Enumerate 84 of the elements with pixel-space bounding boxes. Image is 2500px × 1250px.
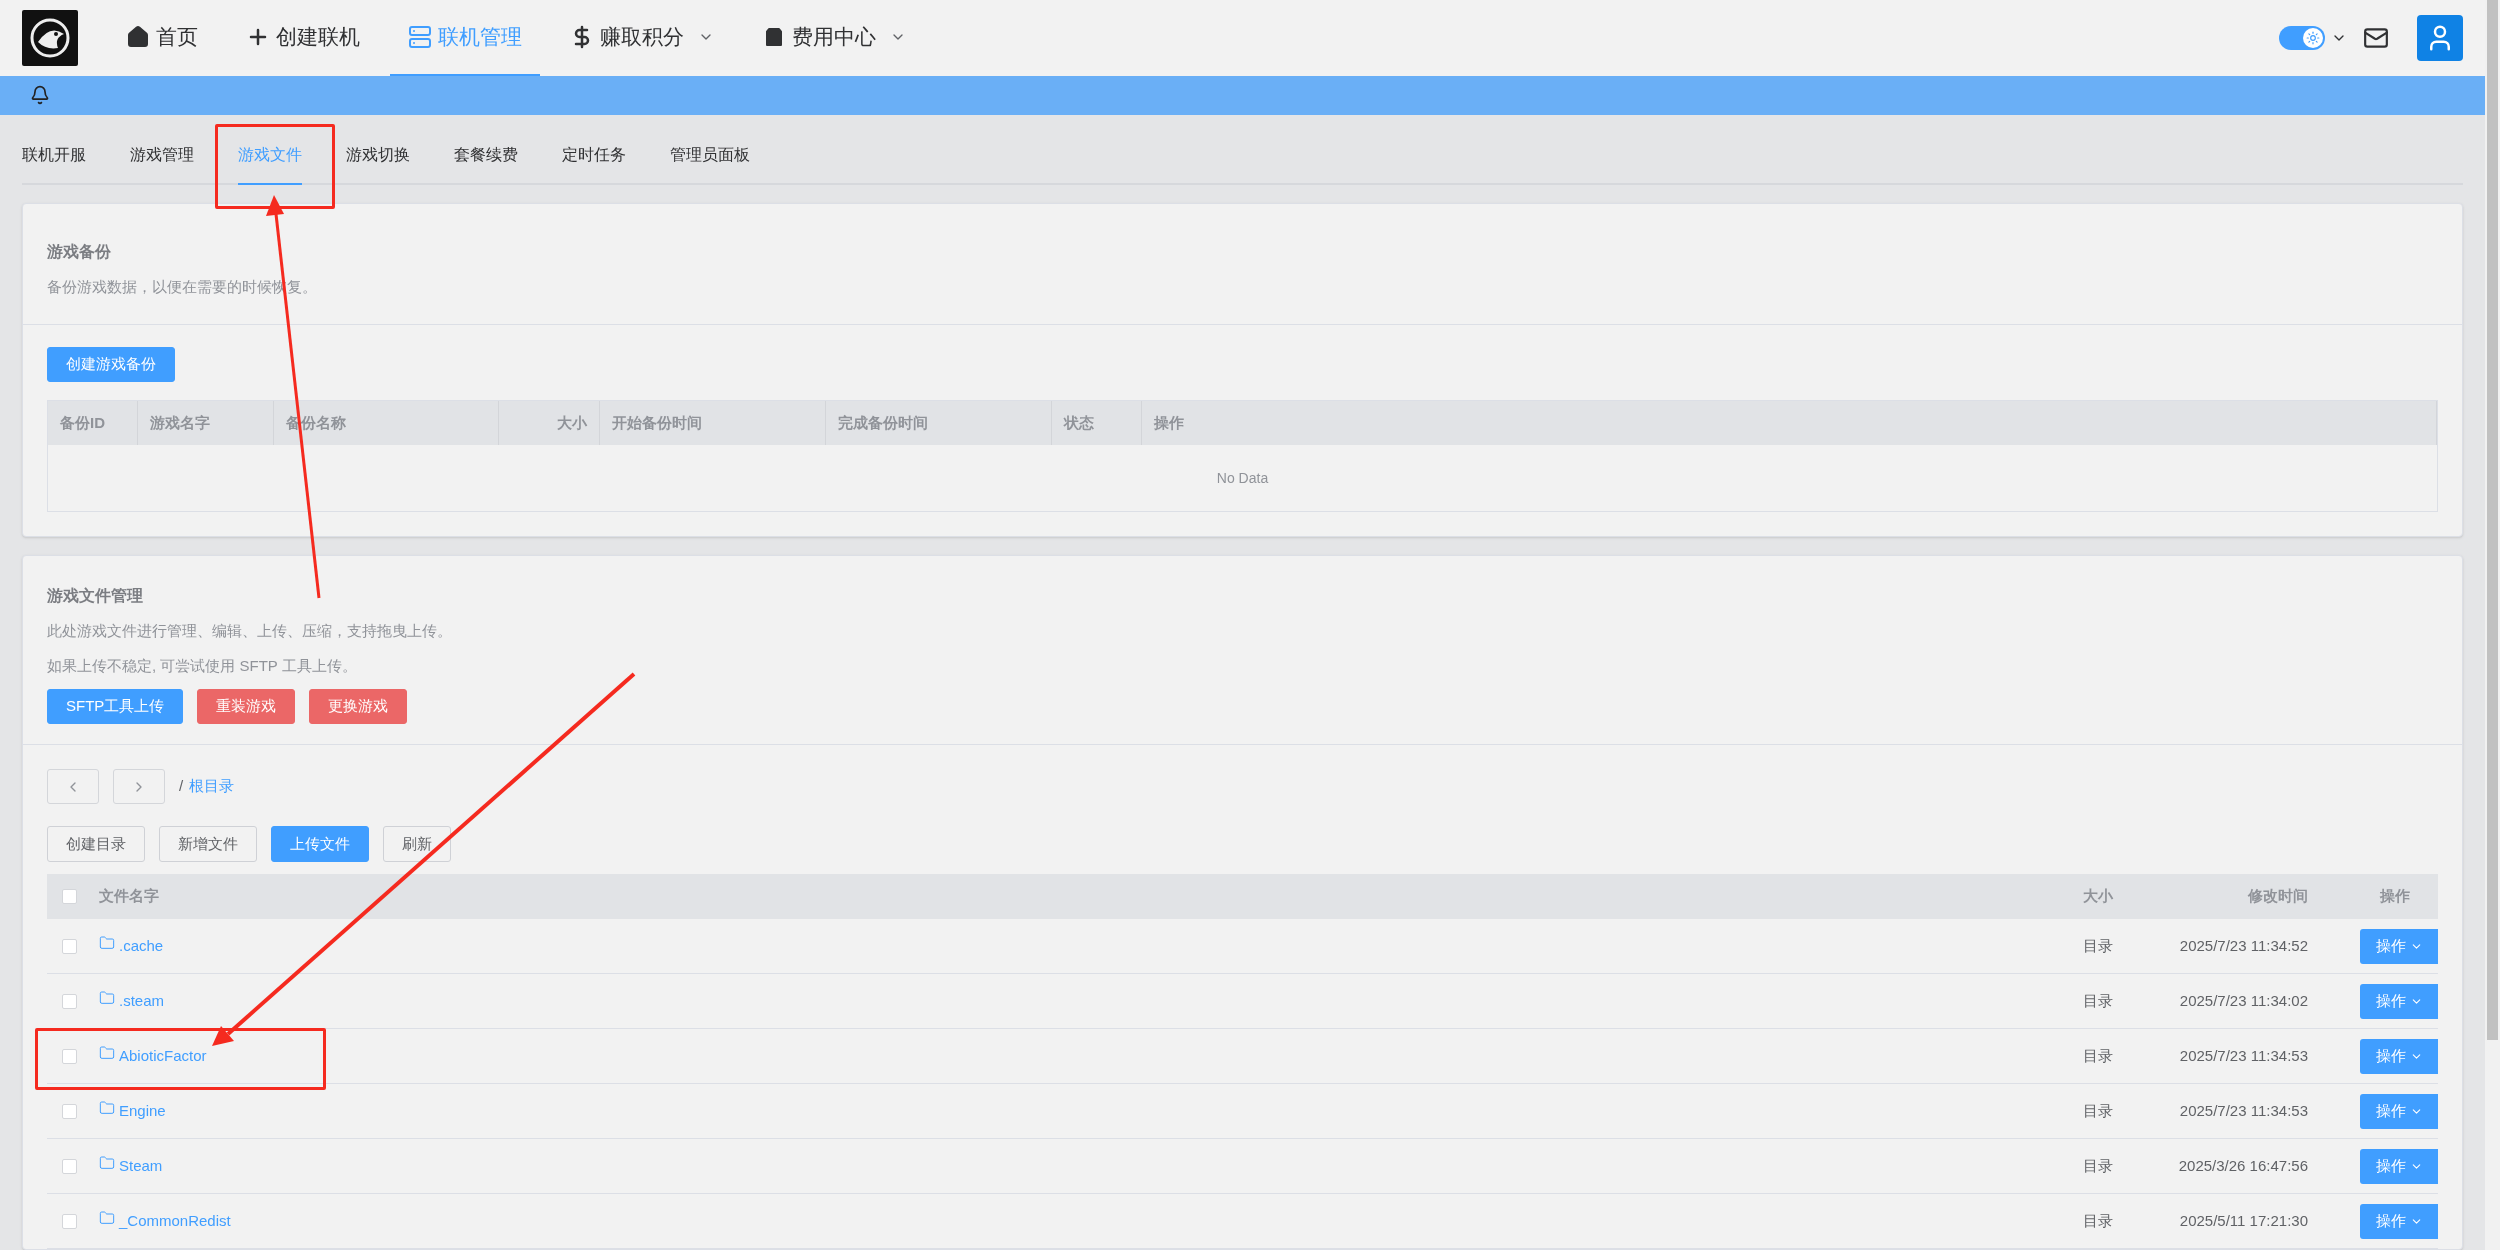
empty-text: No Data [1216, 468, 1269, 488]
tab[interactable]: 定时任务 [562, 140, 626, 185]
action-dropdown-button[interactable]: 操作 [2360, 1093, 2438, 1129]
tab[interactable]: 游戏管理 [130, 140, 194, 185]
column-header: 大小 [2082, 886, 2113, 907]
table-cell-text: 2025/3/26 16:47:56 [2177, 1155, 2308, 1176]
checkbox[interactable] [61, 1103, 77, 1119]
folder-icon [99, 990, 115, 1006]
back-button[interactable] [47, 769, 99, 804]
folder-icon [99, 1210, 115, 1226]
table-cell-text: 2025/5/11 17:21:30 [2178, 1210, 2308, 1231]
home-icon [126, 24, 150, 49]
card-description: 此处游戏文件进行管理、编辑、上传、压缩，支持拖曳上传。 [47, 621, 453, 641]
action-dropdown-button[interactable]: 操作 [2360, 1203, 2438, 1239]
tab[interactable]: 管理员面板 [670, 140, 750, 185]
table-cell-text: 目录 [2082, 1155, 2113, 1176]
card-description: 如果上传不稳定, 可尝试使用 SFTP 工具上传。 [47, 655, 358, 676]
card-title: 游戏文件管理 [47, 586, 144, 606]
avatar-button[interactable] [2417, 14, 2463, 61]
table-cell-text: 目录 [2082, 1210, 2113, 1231]
table-cell-text: 目录 [2082, 1100, 2113, 1121]
toolbar-button[interactable]: 上传文件 [271, 826, 369, 862]
checkbox[interactable] [61, 1158, 77, 1174]
folder-icon [99, 935, 115, 951]
checkbox[interactable] [61, 1213, 77, 1229]
column-header: 游戏名字 [138, 401, 274, 445]
folder-icon [99, 1155, 115, 1171]
nav-item[interactable]: 赚取积分 [552, 0, 732, 76]
logo[interactable] [22, 9, 78, 66]
folder-link[interactable]: Steam [119, 1154, 163, 1178]
table-cell-text: 2025/7/23 11:34:53 [2178, 1100, 2308, 1121]
table-cell-text: 2025/7/23 11:34:52 [2178, 935, 2308, 956]
folder-link[interactable]: .cache [119, 934, 164, 958]
column-header: 操作 [1142, 401, 2437, 445]
action-dropdown-button[interactable]: 操作 [2360, 1148, 2438, 1184]
column-header: 操作 [2379, 886, 2411, 907]
column-header: 完成备份时间 [826, 401, 1052, 445]
nav-item[interactable]: 创建联机 [228, 0, 378, 76]
breadcrumb-link[interactable]: 根目录 [189, 775, 235, 798]
action-dropdown-button[interactable]: 操作 [2360, 1038, 2438, 1074]
nav-item[interactable]: 费用中心 [744, 0, 924, 76]
tab[interactable]: 联机开服 [22, 140, 86, 185]
column-header: 大小 [499, 401, 600, 445]
checkbox[interactable] [61, 889, 77, 904]
action-dropdown-button[interactable]: 操作 [2360, 983, 2438, 1019]
path-separator: / [179, 776, 184, 797]
column-header: 备份ID [48, 401, 138, 445]
table-cell-text: 目录 [2082, 1045, 2113, 1066]
folder-link[interactable]: _CommonRedist [119, 1209, 231, 1233]
sun-icon [2306, 30, 2320, 45]
theme-toggle[interactable] [2279, 25, 2325, 50]
scrollbar[interactable] [2485, 0, 2500, 1250]
action-button[interactable]: 更换游戏 [309, 689, 408, 724]
tab[interactable]: 游戏切换 [346, 140, 410, 185]
tab[interactable]: 套餐续费 [454, 140, 518, 185]
action-dropdown-button[interactable]: 操作 [2360, 928, 2438, 964]
column-header: 修改时间 [2246, 886, 2308, 907]
bell-icon[interactable] [30, 85, 50, 106]
toolbar-button[interactable]: 刷新 [383, 826, 451, 862]
column-header: 开始备份时间 [600, 401, 826, 445]
table-cell-text: 目录 [2082, 990, 2113, 1011]
create-backup-button[interactable]: 创建游戏备份 [47, 347, 175, 382]
column-header: 状态 [1052, 401, 1142, 445]
table-cell-text: 目录 [2082, 935, 2113, 956]
checkbox[interactable] [61, 938, 77, 954]
card-title: 游戏备份 [47, 241, 112, 262]
folder-link[interactable]: AbioticFactor [119, 1044, 207, 1068]
toolbar-button[interactable]: 新增文件 [159, 826, 257, 862]
forward-button[interactable] [113, 769, 165, 804]
action-button[interactable]: SFTP工具上传 [47, 689, 184, 724]
checkbox[interactable] [61, 1048, 77, 1064]
column-header: 文件名字 [98, 886, 160, 907]
server-icon [408, 24, 432, 49]
folder-link[interactable]: .steam [119, 989, 164, 1013]
tab[interactable]: 游戏文件 [238, 140, 302, 185]
nav-item[interactable]: 首页 [108, 0, 216, 76]
action-button[interactable]: 重装游戏 [197, 689, 296, 724]
folder-icon [99, 1045, 115, 1061]
table-cell-text: 2025/7/23 11:34:53 [2178, 1045, 2308, 1066]
folder-link[interactable]: Engine [119, 1099, 166, 1123]
toolbar-button[interactable]: 创建目录 [47, 826, 145, 862]
checkbox[interactable] [61, 993, 77, 1009]
folder-icon [99, 1100, 115, 1116]
table-cell-text: 2025/7/23 11:34:02 [2178, 990, 2308, 1011]
